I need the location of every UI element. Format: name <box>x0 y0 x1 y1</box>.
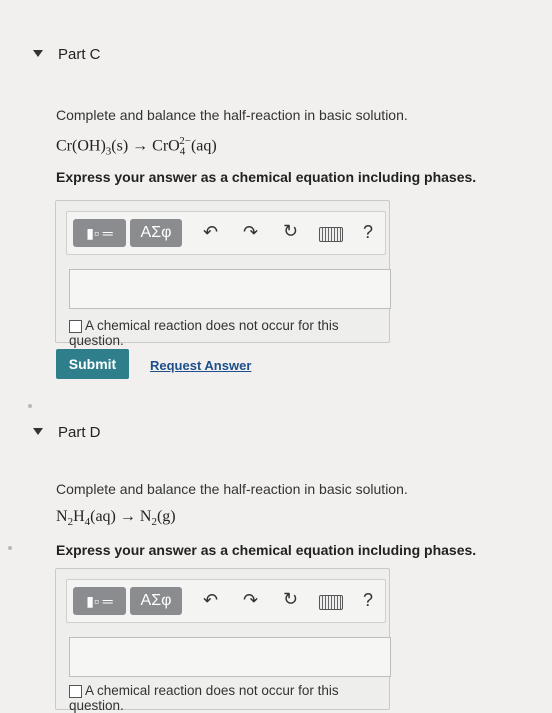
reset-icon[interactable]: ↻ <box>283 589 298 610</box>
part-d-product-phase: (g) <box>156 508 176 525</box>
redo-icon[interactable]: ↷ <box>243 222 258 243</box>
part-d-title: Part D <box>58 424 101 441</box>
part-c-no-reaction-option[interactable]: A chemical reaction does not occur for t… <box>69 318 389 348</box>
request-answer-link[interactable]: Request Answer <box>150 358 251 373</box>
part-c-no-reaction-checkbox[interactable] <box>69 319 82 333</box>
part-d-templates-button[interactable]: ▮▫ ═ <box>73 587 126 615</box>
redo-icon[interactable]: ↷ <box>243 590 258 611</box>
part-c-no-reaction-label: A chemical reaction does not occur for t… <box>69 318 339 348</box>
reset-icon[interactable]: ↻ <box>283 221 298 242</box>
part-d-toolbar: ▮▫ ═ ΑΣφ ↶ ↷ ↻ ? <box>66 579 386 623</box>
part-d-arrow: → <box>119 508 136 525</box>
submit-button[interactable]: Submit <box>56 349 129 379</box>
part-d-greek-button[interactable]: ΑΣφ <box>130 587 182 615</box>
part-c-arrow: → <box>132 137 149 155</box>
undo-icon[interactable]: ↶ <box>203 590 218 611</box>
keyboard-icon[interactable] <box>319 595 343 610</box>
part-d-answer-input[interactable] <box>69 637 391 677</box>
part-c-greek-button[interactable]: ΑΣφ <box>130 219 182 247</box>
part-d-no-reaction-option[interactable]: A chemical reaction does not occur for t… <box>69 683 389 713</box>
part-d-reactant-phase: (aq) <box>90 508 116 525</box>
part-c-equation: Cr(OH)3(s) → CrO42−(aq) <box>56 135 217 158</box>
part-d-reactant-h: H <box>73 508 85 525</box>
part-c-product-sub: 4 <box>179 145 186 158</box>
help-icon[interactable]: ? <box>363 590 373 611</box>
help-icon[interactable]: ? <box>363 222 373 243</box>
templates-icon: ▮▫ ═ <box>86 593 113 609</box>
part-c-product-phase: (aq) <box>190 137 217 155</box>
part-c-product: CrO <box>152 137 180 155</box>
templates-icon: ▮▫ ═ <box>86 225 113 241</box>
part-d-no-reaction-label: A chemical reaction does not occur for t… <box>69 683 339 713</box>
part-d-prompt: Complete and balance the half-reaction i… <box>56 481 408 497</box>
part-c-prompt: Complete and balance the half-reaction i… <box>56 107 408 123</box>
part-c-reactant-phase: (s) <box>111 137 129 155</box>
part-d-collapse-caret-icon[interactable] <box>33 428 43 435</box>
keyboard-icon[interactable] <box>319 227 343 242</box>
part-c-toolbar: ▮▫ ═ ΑΣφ ↶ ↷ ↻ ? <box>66 211 386 255</box>
part-c-answer-input[interactable] <box>69 269 391 309</box>
part-d-answer-panel: ▮▫ ═ ΑΣφ ↶ ↷ ↻ ? A chemical reaction doe… <box>55 568 391 713</box>
margin-dot-2 <box>8 546 12 550</box>
part-c-title: Part C <box>58 46 101 63</box>
part-d-no-reaction-checkbox[interactable] <box>69 684 82 698</box>
part-c-templates-button[interactable]: ▮▫ ═ <box>73 219 126 247</box>
part-d-reactant-n: N <box>56 508 68 525</box>
part-d-product: N <box>139 508 152 525</box>
part-d-equation: N2H4(aq) → N2(g) <box>56 508 176 528</box>
part-c-instruction: Express your answer as a chemical equati… <box>56 169 477 185</box>
part-c-reactant: Cr(OH) <box>56 137 106 155</box>
part-c-product-charge: 2− <box>179 135 191 147</box>
undo-icon[interactable]: ↶ <box>203 222 218 243</box>
part-d-instruction: Express your answer as a chemical equati… <box>56 542 477 558</box>
part-c-collapse-caret-icon[interactable] <box>33 50 43 57</box>
part-c-answer-panel: ▮▫ ═ ΑΣφ ↶ ↷ ↻ ? A chemical reaction doe… <box>55 200 391 348</box>
margin-dot <box>28 404 32 408</box>
